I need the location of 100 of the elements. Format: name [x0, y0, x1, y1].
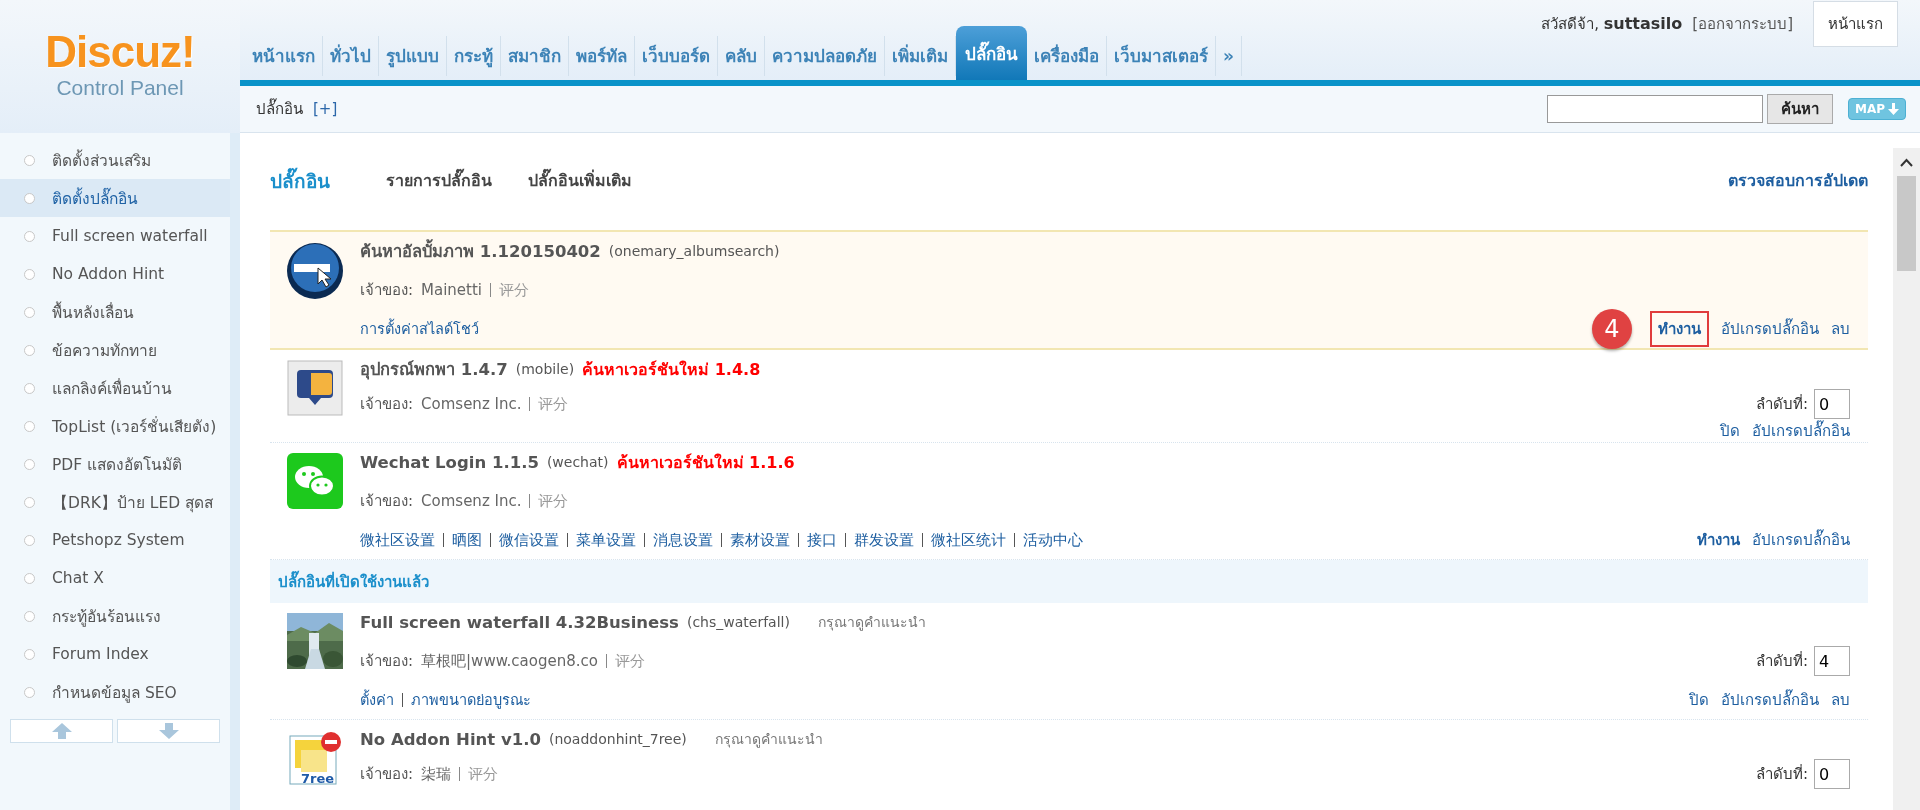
greeting-text: สวัสดีจ้า, suttasilo: [1541, 13, 1683, 35]
check-update-link[interactable]: ตรวจสอบการอัปเดต: [1728, 168, 1868, 193]
action-link[interactable]: ปิด: [1720, 417, 1740, 445]
nav-tab[interactable]: กระทู้: [447, 36, 501, 76]
plugin-title: Wechat Login 1.1.5: [360, 452, 539, 472]
plugin-id: (onemary_albumsearch): [608, 243, 780, 259]
section-header: ปลั๊กอินที่เปิดใช้งานแล้ว: [270, 560, 1868, 603]
icon-label: 7ree: [301, 772, 335, 786]
update-notice: ค้นหาเวอร์ชันใหม่ 1.1.6: [616, 451, 795, 474]
nav-tab[interactable]: เว็บมาสเตอร์: [1107, 36, 1216, 76]
order-field[interactable]: 4: [1814, 646, 1850, 676]
scroll-down-button[interactable]: [117, 719, 220, 743]
arrow-down-icon: [158, 723, 179, 739]
order-field[interactable]: 0: [1814, 389, 1850, 419]
order-field[interactable]: 0: [1814, 759, 1850, 789]
settings-link[interactable]: 微社区统计: [922, 533, 1014, 547]
settings-link[interactable]: 菜单设置: [567, 533, 644, 547]
nav-tab[interactable]: ความปลอดภัย: [765, 36, 885, 76]
action-link[interactable]: อัปเกรดปลั๊กอิน: [1752, 526, 1850, 554]
settings-link[interactable]: 微信设置: [490, 533, 567, 547]
sidebar-item[interactable]: พื้นหลังเลื่อน: [0, 293, 230, 331]
settings-link[interactable]: 消息设置: [644, 533, 721, 547]
step-badge: 4: [1592, 309, 1632, 349]
home-button[interactable]: หน้าแรก: [1813, 1, 1898, 47]
sidebar-item[interactable]: Forum Index: [0, 635, 230, 673]
nav-tab[interactable]: ทั่วไป: [323, 36, 379, 76]
owner-label: เจ้าของ:: [360, 394, 414, 415]
arrow-down-icon: [1888, 103, 1899, 115]
action-link[interactable]: อัปเกรดปลั๊กอิน: [1721, 315, 1819, 343]
logo-subtitle: Control Panel: [56, 76, 184, 100]
page-tab[interactable]: ปลั๊กอินเพิ่มเติม: [528, 168, 632, 193]
owner-label: เจ้าของ:: [360, 651, 414, 672]
logo-title: Discuz!: [45, 30, 195, 74]
settings-link[interactable]: 群发设置: [845, 533, 922, 547]
sidebar-item[interactable]: ติดตั้งปลั๊กอิน: [0, 179, 230, 217]
note-icon: [287, 730, 343, 786]
order-label: ลำดับที่:: [1755, 393, 1808, 415]
page-tab[interactable]: ปลั๊กอิน: [270, 165, 330, 196]
arrow-up-icon: [51, 723, 72, 739]
nav-tab[interactable]: เว็บบอร์ด: [635, 36, 718, 76]
settings-link[interactable]: 微社区设置: [360, 533, 443, 547]
sidebar-item[interactable]: TopList (เวอร์ชั่นเสียตัง): [0, 407, 230, 445]
settings-link[interactable]: ภาพขนาดย่อบูรณะ: [402, 693, 539, 707]
order-label: ลำดับที่:: [1755, 763, 1808, 785]
action-link[interactable]: ทำงาน: [1697, 526, 1740, 554]
owner-name: 草根吧|www.caogen8.co: [421, 651, 598, 671]
scroll-up-button[interactable]: [10, 719, 113, 743]
plugin-id: (chs_waterfall): [686, 614, 790, 630]
plugin-title: ค้นหาอัลบั้มภาพ 1.120150402: [360, 238, 601, 264]
nav-tab[interactable]: คลับ: [718, 36, 765, 76]
sidebar-item[interactable]: แลกลิงค์เพื่อนบ้าน: [0, 369, 230, 407]
sidebar-item[interactable]: กำหนดข้อมูล SEO: [0, 673, 230, 711]
owner-name: Mainetti: [421, 281, 483, 299]
owner-label: เจ้าของ:: [360, 764, 414, 785]
action-link[interactable]: อัปเกรดปลั๊กอิน: [1752, 417, 1850, 445]
breadcrumb: ปลั๊กอิน: [256, 97, 303, 120]
plugin-id: (noaddonhint_7ree): [548, 731, 687, 747]
sidebar-item[interactable]: 【DRK】ป้าย LED สุดส: [0, 483, 230, 521]
search-field[interactable]: [1546, 95, 1763, 123]
plugin-title: Full screen waterfall 4.32Business: [360, 612, 679, 632]
sidebar-item[interactable]: กระทู้อันร้อนแรง: [0, 597, 230, 635]
sidebar-item[interactable]: Full screen waterfall: [0, 217, 230, 255]
sidebar-item[interactable]: PDF แสดงอัตโนมัติ: [0, 445, 230, 483]
action-link[interactable]: ปิด: [1689, 686, 1709, 714]
owner-name: Comsenz Inc.: [421, 395, 522, 413]
plugin-title: อุปกรณ์พกพา 1.4.7: [360, 359, 508, 382]
sidebar-item[interactable]: ติดตั้งส่วนเสริม: [0, 141, 230, 179]
hint-text: กรุณาดูคำแนะนำ: [714, 730, 823, 750]
nav-tab[interactable]: พอร์ทัล: [569, 36, 635, 76]
owner-label: เจ้าของ:: [360, 491, 414, 512]
settings-link[interactable]: 晒图: [443, 533, 490, 547]
update-notice: ค้นหาเวอร์ชันใหม่ 1.4.8: [582, 358, 761, 381]
sidebar-item[interactable]: No Addon Hint: [0, 255, 230, 293]
sidebar-item[interactable]: ข้อความทักทาย: [0, 331, 230, 369]
nav-tab[interactable]: »: [1216, 36, 1242, 76]
sidebar-item[interactable]: Petshopz System: [0, 521, 230, 559]
nav-tab[interactable]: รูปแบบ: [379, 36, 447, 76]
nav-tab[interactable]: สมาชิก: [501, 36, 569, 76]
plugin-title: No Addon Hint v1.0: [360, 729, 541, 749]
hint-text: กรุณาดูคำแนะนำ: [817, 613, 926, 633]
wechat-icon: [287, 453, 343, 509]
action-link[interactable]: ลบ: [1831, 686, 1850, 714]
nav-tab[interactable]: เครื่องมือ: [1027, 36, 1107, 76]
owner-name: 柒瑞: [421, 764, 452, 784]
add-link[interactable]: [+]: [313, 100, 338, 118]
sidebar-item[interactable]: Chat X: [0, 559, 230, 597]
order-label: ลำดับที่:: [1755, 650, 1808, 672]
settings-link[interactable]: 素材设置: [721, 533, 798, 547]
logout-link[interactable]: [ออกจากระบบ]: [1692, 12, 1793, 36]
chat-icon: [287, 360, 343, 416]
action-link[interactable]: อัปเกรดปลั๊กอิน: [1721, 686, 1819, 714]
action-link[interactable]: ทำงาน: [1650, 311, 1709, 347]
owner-label: เจ้าของ:: [360, 280, 414, 301]
settings-link[interactable]: 活动中心: [1014, 533, 1091, 547]
nav-tab[interactable]: ปลั๊กอิน: [956, 26, 1027, 80]
nav-tab[interactable]: หน้าแรก: [245, 36, 323, 76]
settings-link[interactable]: 接口: [798, 533, 845, 547]
page-tab[interactable]: รายการปลั๊กอิน: [386, 168, 492, 193]
search-button[interactable]: ค้นหา: [1766, 94, 1833, 124]
action-link[interactable]: ลบ: [1831, 315, 1850, 343]
